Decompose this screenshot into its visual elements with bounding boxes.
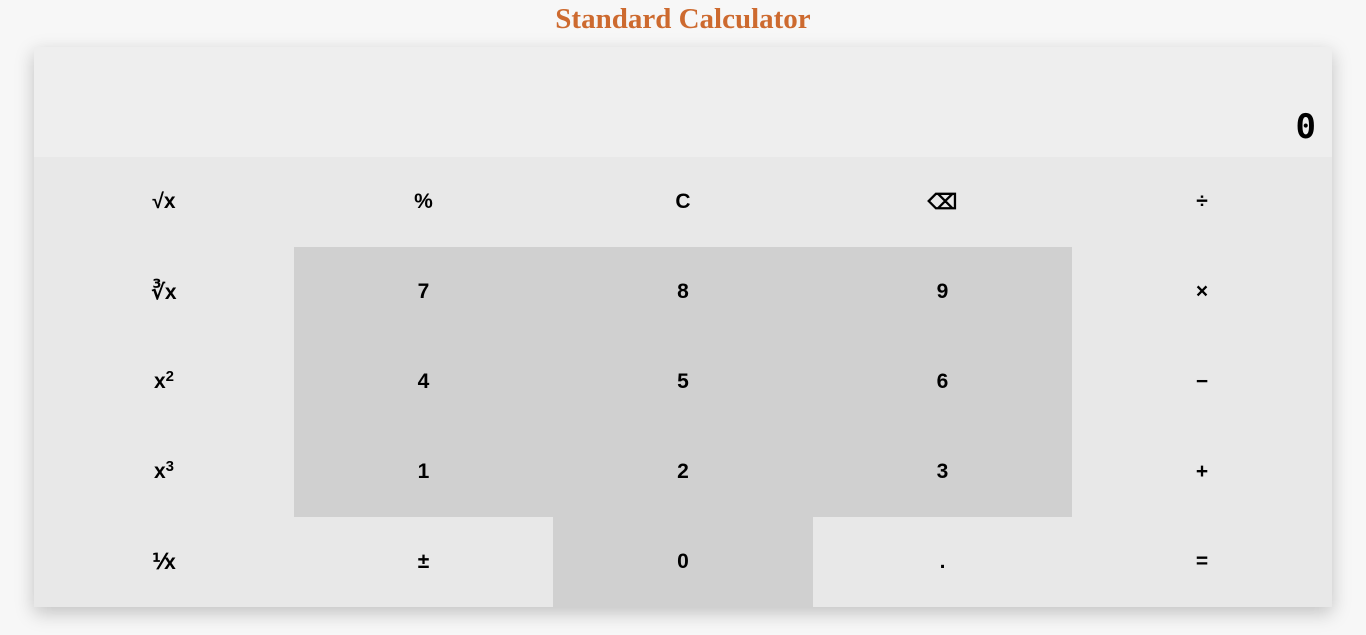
display-value: 0	[1295, 107, 1316, 147]
multiply-button[interactable]: ×	[1072, 247, 1332, 337]
cube-base: x	[153, 460, 166, 483]
digit-4-button[interactable]: 4	[294, 337, 553, 427]
digit-2-button[interactable]: 2	[553, 427, 813, 517]
square-root-button[interactable]: √x	[34, 157, 294, 247]
clear-button[interactable]: C	[553, 157, 813, 247]
digit-7-button[interactable]: 7	[294, 247, 553, 337]
digit-8-button[interactable]: 8	[553, 247, 813, 337]
add-button[interactable]: +	[1072, 427, 1332, 517]
equals-button[interactable]: =	[1072, 517, 1332, 607]
display: 0	[34, 47, 1332, 157]
digit-0-button[interactable]: 0	[553, 517, 813, 607]
digit-5-button[interactable]: 5	[553, 337, 813, 427]
page-title: Standard Calculator	[555, 3, 811, 35]
keypad: √x % C ⌫ ÷ ∛x 7 8 9 × x2 4 5 6 − x3 1 2 …	[34, 157, 1332, 607]
square-base: x	[153, 370, 166, 393]
negate-button[interactable]: ±	[294, 517, 553, 607]
backspace-button[interactable]: ⌫	[813, 157, 1072, 247]
cube-root-button[interactable]: ∛x	[34, 247, 294, 337]
square-button[interactable]: x2	[34, 337, 294, 427]
digit-3-button[interactable]: 3	[813, 427, 1072, 517]
digit-9-button[interactable]: 9	[813, 247, 1072, 337]
calculator: 0 √x % C ⌫ ÷ ∛x 7 8 9 × x2 4 5 6 − x3 1 …	[34, 47, 1332, 607]
decimal-button[interactable]: .	[813, 517, 1072, 607]
cube-exponent: 3	[165, 457, 175, 475]
reciprocal-button[interactable]: ⅟x	[34, 517, 294, 607]
digit-6-button[interactable]: 6	[813, 337, 1072, 427]
subtract-button[interactable]: −	[1072, 337, 1332, 427]
percent-button[interactable]: %	[294, 157, 553, 247]
cube-button[interactable]: x3	[34, 427, 294, 517]
digit-1-button[interactable]: 1	[294, 427, 553, 517]
divide-button[interactable]: ÷	[1072, 157, 1332, 247]
square-exponent: 2	[165, 367, 175, 385]
